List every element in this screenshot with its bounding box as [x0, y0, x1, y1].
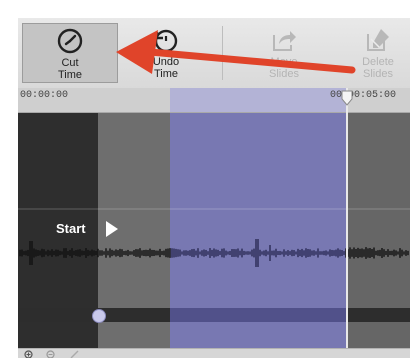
playhead-line[interactable] [346, 88, 348, 358]
share-arrow-icon [273, 31, 296, 51]
edit-icon[interactable] [70, 350, 79, 358]
start-marker-label[interactable]: Start [56, 221, 86, 236]
delete-slide-icon [367, 29, 389, 51]
toolbar-separator [222, 26, 223, 80]
cut-time-label: Cut Time [57, 57, 83, 81]
track-scrub-selection [170, 308, 346, 322]
move-slides-label: Move Slides [269, 56, 299, 80]
trim-handle[interactable] [92, 309, 106, 323]
delete-slides-label: Delete Slides [362, 56, 394, 80]
move-slides-button[interactable]: Move Slides [254, 23, 314, 83]
delete-slides-button[interactable]: Delete Slides [348, 23, 408, 83]
undo-clock-icon [154, 29, 178, 53]
undo-time-label: Undo Time [152, 56, 180, 80]
cut-time-button[interactable]: Cut Time [22, 23, 118, 83]
playhead-knob[interactable] [341, 90, 353, 106]
zoom-in-icon[interactable] [24, 350, 33, 358]
ruler-selection [170, 88, 346, 112]
play-triangle-icon[interactable] [106, 221, 118, 237]
undo-time-button[interactable]: Undo Time [120, 23, 212, 83]
zoom-out-icon[interactable] [46, 350, 55, 358]
audio-track[interactable]: Start [18, 113, 410, 348]
ruler-start-time: 00:00:00 [20, 90, 69, 101]
waveform [19, 239, 409, 267]
track-guide-line [18, 208, 410, 210]
clock-icon [57, 28, 83, 54]
video-editor-frame: Cut Time Undo Time Move Slides Delete Sl… [18, 18, 410, 358]
toolbar: Cut Time Undo Time Move Slides Delete Sl… [18, 18, 410, 89]
status-bar [18, 348, 410, 358]
ruler-playhead-time: 00:00:05:00 [330, 90, 397, 101]
